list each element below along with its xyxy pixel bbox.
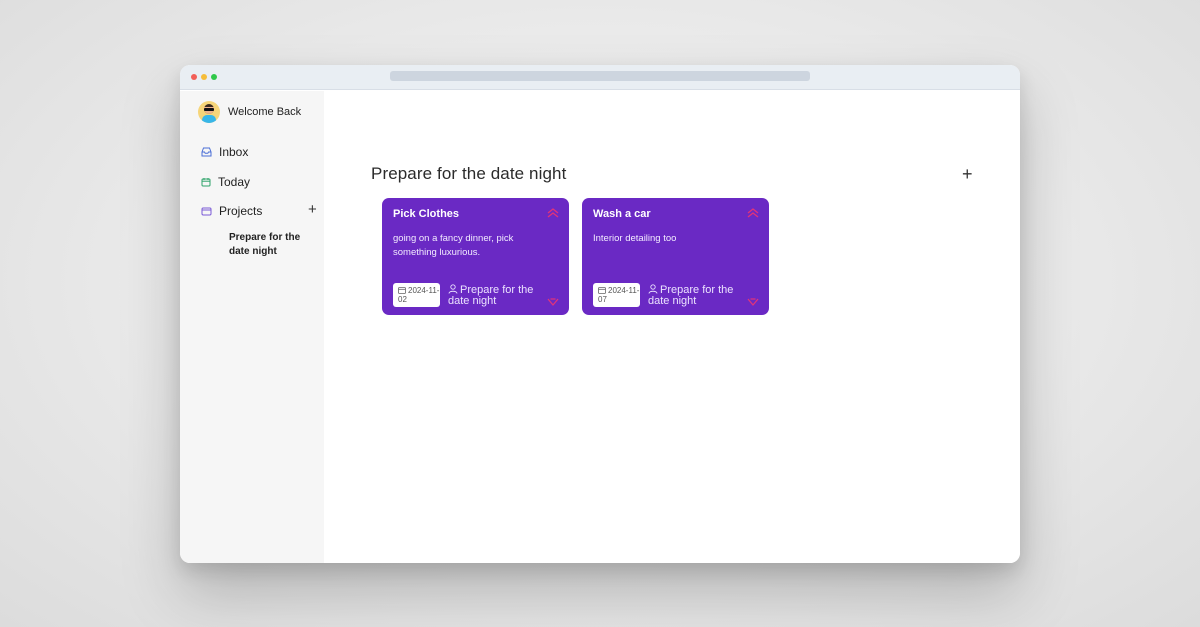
- sidebar-item-label: Inbox: [219, 145, 249, 159]
- address-bar[interactable]: [390, 71, 810, 81]
- task-project: Prepare for the date night: [448, 284, 534, 307]
- calendar-icon: [598, 287, 606, 294]
- sidebar-project-link[interactable]: Prepare for the date night: [229, 231, 315, 259]
- task-card[interactable]: Wash a car Interior detailing too 2024-1…: [582, 198, 769, 315]
- main-content: Prepare for the date night + Pick Clothe…: [324, 91, 1020, 563]
- sidebar: Welcome Back Inbox Today Projects + Prep…: [180, 91, 324, 563]
- task-project-label: Prepare for the date night: [448, 284, 534, 307]
- sidebar-item-projects[interactable]: Projects: [201, 204, 262, 218]
- inbox-icon: [201, 147, 212, 157]
- priority-high-icon[interactable]: [546, 207, 560, 219]
- user-icon: [648, 284, 658, 294]
- maximize-window-dot[interactable]: [211, 74, 217, 80]
- profile[interactable]: Welcome Back: [198, 101, 301, 123]
- sidebar-item-today[interactable]: Today: [201, 175, 250, 189]
- page-title: Prepare for the date night: [371, 164, 567, 183]
- task-card[interactable]: Pick Clothes going on a fancy dinner, pi…: [382, 198, 569, 315]
- priority-high-icon[interactable]: [746, 207, 760, 219]
- app-window: Welcome Back Inbox Today Projects + Prep…: [180, 65, 1020, 563]
- delete-icon[interactable]: [547, 297, 559, 307]
- close-window-dot[interactable]: [191, 74, 197, 80]
- sidebar-item-inbox[interactable]: Inbox: [201, 145, 248, 159]
- task-project-label: Prepare for the date night: [648, 284, 734, 307]
- task-title: Wash a car: [593, 208, 651, 220]
- welcome-text: Welcome Back: [228, 106, 302, 118]
- sidebar-item-label: Projects: [219, 204, 263, 218]
- calendar-icon: [201, 178, 211, 187]
- task-title: Pick Clothes: [393, 208, 460, 220]
- avatar: [198, 101, 220, 123]
- minimize-window-dot[interactable]: [201, 74, 207, 80]
- folder-icon: [201, 207, 212, 216]
- browser-titlebar: [180, 65, 1020, 90]
- due-date-badge[interactable]: 2024-11-07: [593, 283, 640, 307]
- sidebar-item-label: Today: [218, 175, 251, 189]
- add-task-button[interactable]: +: [962, 165, 973, 183]
- due-date-badge[interactable]: 2024-11-02: [393, 283, 440, 307]
- task-description: going on a fancy dinner, pick something …: [393, 233, 514, 258]
- user-icon: [448, 284, 458, 294]
- task-description: Interior detailing too: [593, 233, 677, 244]
- task-project: Prepare for the date night: [648, 284, 734, 307]
- calendar-icon: [398, 287, 406, 294]
- add-project-button[interactable]: +: [308, 202, 317, 217]
- delete-icon[interactable]: [747, 297, 759, 307]
